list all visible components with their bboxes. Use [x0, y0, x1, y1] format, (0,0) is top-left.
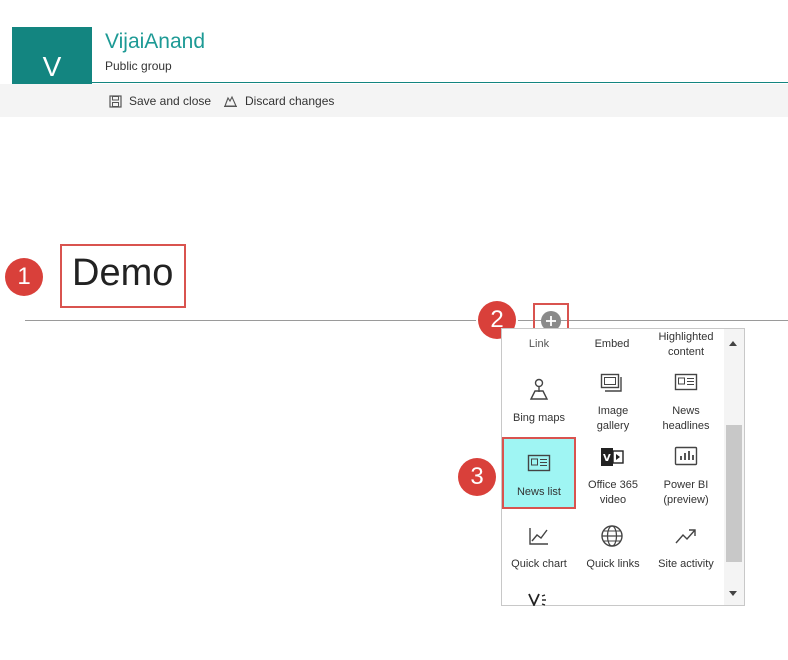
toolbox-item-news-list[interactable]: News list	[508, 485, 570, 500]
line-chart-icon	[529, 528, 548, 545]
toolbox-item-office-365-video[interactable]: Office 365 video	[582, 478, 644, 508]
save-and-close-label: Save and close	[129, 94, 212, 108]
discard-icon	[224, 95, 237, 107]
toolbox-item-image-gallery[interactable]: Image gallery	[584, 404, 642, 434]
toolbox-item-site-activity[interactable]: Site activity	[654, 557, 718, 572]
toolbox-item-power-bi[interactable]: Power BI (preview)	[656, 478, 716, 508]
power-bi-icon	[674, 446, 698, 466]
site-subtitle: Public group	[105, 59, 172, 73]
news-list-icon	[527, 454, 551, 472]
toolbox-item-embed[interactable]: Embed	[585, 337, 639, 352]
discard-changes-label: Discard changes	[245, 94, 335, 108]
image-gallery-icon	[600, 373, 622, 392]
news-headlines-icon	[674, 373, 698, 391]
trend-arrow-icon	[675, 529, 696, 544]
toolbox-item-quick-chart[interactable]: Quick chart	[508, 557, 570, 572]
page-title[interactable]: Demo	[72, 252, 173, 295]
toolbox-scrollbar-thumb[interactable]	[726, 425, 742, 562]
step-badge-3: 3	[458, 458, 496, 496]
toolbox-item-link[interactable]: Link	[512, 337, 566, 352]
save-icon	[109, 94, 122, 108]
scroll-up-icon[interactable]	[728, 340, 738, 347]
section-divider	[25, 320, 788, 321]
scroll-down-icon[interactable]	[728, 590, 738, 597]
partial-tile-icon	[528, 593, 546, 606]
toolbox-item-highlighted-content[interactable]: Highlighted content	[652, 330, 720, 360]
save-and-close-button[interactable]: Save and close	[109, 93, 211, 109]
plus-icon	[546, 316, 556, 326]
map-pin-icon	[529, 378, 549, 400]
site-title[interactable]: VijaiAnand	[105, 30, 205, 54]
toolbox-item-quick-links[interactable]: Quick links	[582, 557, 644, 572]
step-badge-1: 1	[5, 258, 43, 296]
office-video-icon: V	[601, 448, 624, 466]
toolbox-item-bing-maps[interactable]: Bing maps	[508, 411, 570, 426]
site-logo-letter: V	[42, 51, 62, 82]
globe-icon	[601, 525, 623, 547]
header-divider	[92, 82, 788, 83]
svg-text:V: V	[603, 453, 611, 464]
discard-changes-button[interactable]: Discard changes	[223, 93, 334, 109]
toolbox-item-news-headlines[interactable]: News headlines	[656, 404, 716, 434]
